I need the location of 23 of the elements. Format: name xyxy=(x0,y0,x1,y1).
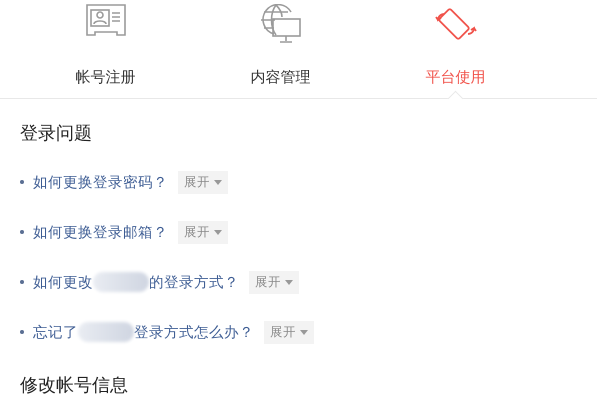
question-link[interactable]: 登录方式怎么办？ xyxy=(134,322,254,342)
caret-icon xyxy=(300,330,308,334)
question-link[interactable]: 如何更换登录密码？ xyxy=(33,172,168,192)
question-link[interactable]: 如何更换登录邮箱？ xyxy=(33,222,168,242)
redaction-blur xyxy=(93,272,149,292)
bullet-icon xyxy=(20,180,24,184)
caret-icon xyxy=(214,180,222,184)
section-title: 修改帐号信息 xyxy=(20,374,129,397)
section-title: 登录问题 xyxy=(20,122,93,145)
question-link[interactable]: 的登录方式？ xyxy=(149,272,239,292)
caret-icon xyxy=(285,280,293,284)
category-tab[interactable]: 帐号注册 xyxy=(18,0,193,98)
bullet-icon xyxy=(20,330,24,334)
caret-icon xyxy=(214,230,222,234)
category-tab[interactable]: 平台使用 xyxy=(368,0,543,98)
question-link[interactable]: 忘记了 xyxy=(33,322,78,342)
bullet-icon xyxy=(20,280,24,284)
globe-monitor-icon xyxy=(260,4,302,44)
category-tab[interactable]: 内容管理 xyxy=(193,0,368,98)
id-card-icon xyxy=(86,4,126,38)
bullet-icon xyxy=(20,230,24,234)
redaction-blur xyxy=(78,322,134,342)
question-link[interactable]: 如何更改 xyxy=(33,272,93,292)
